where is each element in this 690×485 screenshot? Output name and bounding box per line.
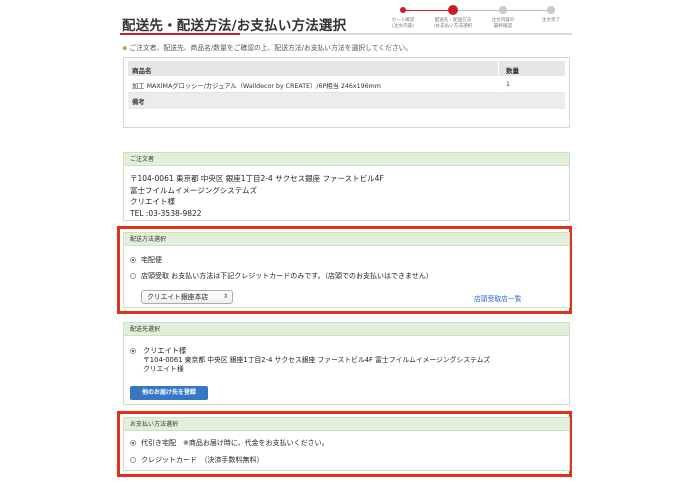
destination-name: クリエイト様 (143, 346, 187, 355)
orderer-name: クリエイト様 (130, 197, 175, 206)
page-title: 配送先・配送方法/お支払い方法選択 (122, 18, 347, 34)
step-label: 注文完了 (541, 18, 561, 23)
store-select[interactable]: クリエイト銀座本店 ⇕ (141, 290, 233, 304)
radio-label-cash-on-delivery: 代引き宅配 ※商品お届け時に、代金をお支払いください。 (141, 439, 329, 447)
column-header-quantity: 数量 (506, 67, 519, 75)
payment-panel: お支払い方法選択 代引き宅配 ※商品お届け時に、代金をお支払いください。 クレジ… (123, 417, 570, 471)
step-dot (448, 5, 458, 15)
destination-heading: 配送先選択 (124, 323, 569, 336)
updown-arrow-icon: ⇕ (222, 293, 228, 300)
orderer-heading: ご注文者 (124, 153, 569, 166)
step-dot (400, 7, 406, 13)
orderer-details: 〒104-0061 東京都 中央区 銀座1丁目2-4 サクセス銀座 ファーストビ… (130, 173, 384, 219)
step-dot (499, 6, 507, 14)
step-label: 注文内容の 最終確認 (491, 18, 515, 29)
destination-details: クリエイト様 〒104-0061 東京都 中央区 銀座1丁目2-4 サクセス銀座… (143, 346, 490, 375)
destination-address: 〒104-0061 東京都 中央区 銀座1丁目2-4 サクセス銀座 ファーストビ… (143, 355, 491, 364)
checkout-steps: カート確認 (注文内容) 配送先・配送方法 /お支払い方法選択 注文内容の 最終… (378, 5, 574, 35)
destination-panel: 配送先選択 クリエイト様 〒104-0061 東京都 中央区 銀座1丁目2-4 … (123, 322, 570, 405)
orderer-panel: ご注文者 〒104-0061 東京都 中央区 銀座1丁目2-4 サクセス銀座 フ… (123, 152, 570, 221)
instruction-text-body: ご注文者、配送先、商品名/数量をご確認の上、配送方法/お支払い方法を選択してくだ… (129, 44, 413, 52)
table-header: 商品名 数量 (128, 61, 565, 76)
delivery-method-heading: 配送方法選択 (124, 233, 569, 246)
product-quantity: 1 (506, 81, 511, 88)
add-destination-button[interactable]: 他のお届け先を登録 (130, 386, 208, 400)
payment-heading: お支払い方法選択 (124, 418, 569, 431)
radio-label-credit-card: クレジットカード （決済手数料無料） (141, 456, 264, 464)
orderer-address: 〒104-0061 東京都 中央区 銀座1丁目2-4 サクセス銀座 ファーストビ… (130, 174, 384, 183)
diamond-icon: ◆ (122, 44, 128, 52)
radio-label-store-pickup: 店頭受取 お支払い方法は下記クレジットカードのみです。（店頭でのお支払いはできま… (141, 272, 433, 280)
store-list-link[interactable]: 店頭受取店一覧 (474, 293, 522, 303)
step-label: カート確認 (注文内容) (391, 18, 415, 29)
radio-destination[interactable] (130, 348, 136, 354)
memo-label: 備考 (132, 99, 145, 106)
step-dot (547, 6, 555, 14)
store-select-value: クリエイト銀座本店 (147, 293, 209, 301)
step-connector-done (402, 10, 452, 11)
orderer-company: 富士フイルムイメージングシステムズ (130, 185, 257, 195)
orderer-phone: TEL :03-3538-9822 (130, 208, 202, 218)
product-name: 加工 MAXIMAグロッシー/カジュアル（Walldecor by CREATE… (132, 83, 381, 90)
delivery-method-panel: 配送方法選択 宅配便 店頭受取 お支払い方法は下記クレジットカードのみです。（店… (123, 232, 570, 308)
product-table: 商品名 数量 加工 MAXIMAグロッシー/カジュアル（Walldecor by… (123, 57, 570, 128)
radio-credit-card[interactable] (130, 457, 136, 463)
radio-home-delivery[interactable] (130, 257, 136, 263)
title-divider-accent (120, 33, 240, 35)
radio-cash-on-delivery[interactable] (130, 440, 136, 446)
memo-row: 備考 (128, 93, 565, 109)
column-divider (498, 61, 499, 93)
radio-store-pickup[interactable] (130, 273, 136, 279)
step-label: 配送先・配送方法 /お支払い方法選択 (433, 18, 473, 29)
table-row: 加工 MAXIMAグロッシー/カジュアル（Walldecor by CREATE… (128, 76, 565, 93)
instruction-text: ◆ ご注文者、配送先、商品名/数量をご確認の上、配送方法/お支払い方法を選択してく… (122, 42, 412, 52)
destination-recipient: クリエイト様 (143, 365, 184, 373)
radio-label-home-delivery: 宅配便 (141, 256, 162, 264)
column-header-product: 商品名 (132, 67, 152, 75)
